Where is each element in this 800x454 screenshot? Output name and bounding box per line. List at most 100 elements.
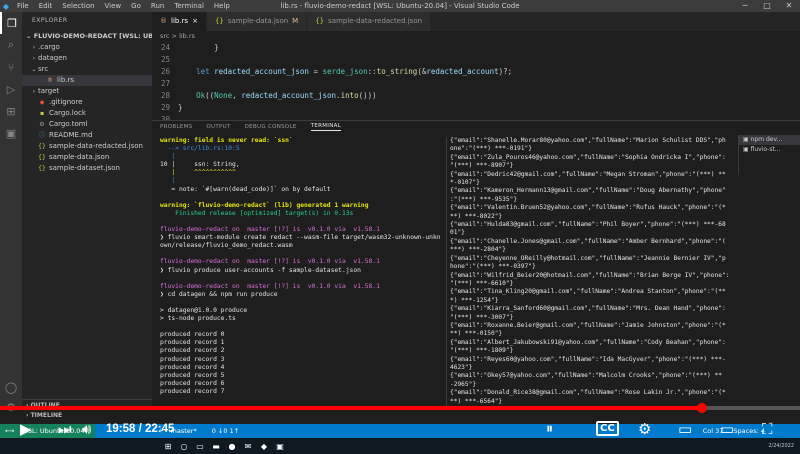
terminal-line: {"email":"Shanelle.Morar80@yahoo.com","f… xyxy=(450,137,726,144)
menu-item-selection[interactable]: Selection xyxy=(57,2,99,10)
menu-bar: File Edit Selection View Go Run Terminal Help xyxy=(12,2,235,10)
tree-item[interactable]: {} sample-data-redacted.json xyxy=(22,141,152,152)
window-controls: ─ □ ✕ xyxy=(734,0,800,12)
browser-icon[interactable]: ● xyxy=(224,442,240,451)
menu-item-terminal[interactable]: Terminal xyxy=(169,2,209,10)
menu-item-edit[interactable]: Edit xyxy=(34,2,58,10)
terminal-right-pane[interactable]: {"email":"Shanelle.Morar80@yahoo.com","f… xyxy=(450,137,734,409)
modified-badge: M xyxy=(292,17,299,25)
lock-file-icon: ▪ xyxy=(39,110,45,117)
vscode-logo-icon: ◆ xyxy=(2,1,10,11)
close-icon[interactable]: ✕ xyxy=(778,0,800,12)
line-number: 28 xyxy=(160,91,170,100)
terminal-line: produced record 0 xyxy=(160,331,225,339)
line-number: 29 xyxy=(160,103,170,112)
run-debug-icon[interactable]: ▷ xyxy=(0,78,22,100)
tree-item[interactable]: ® lib.rs xyxy=(22,75,152,86)
menu-item-view[interactable]: View xyxy=(100,2,127,10)
panel-tab-problems[interactable]: PROBLEMS xyxy=(160,124,192,130)
vscode-taskbar-icon[interactable]: ◆ xyxy=(256,442,272,451)
terminal-taskbar-icon[interactable]: ▣ xyxy=(272,442,288,451)
editor-tab[interactable]: {} sample-data-redacted.json xyxy=(307,12,432,31)
editor-tab[interactable]: {} sample-data.json M xyxy=(206,12,308,31)
tree-item-label: target xyxy=(38,87,60,95)
search-icon[interactable]: ⌕ xyxy=(0,34,22,56)
tree-item[interactable]: {} sample-dataset.json xyxy=(22,163,152,174)
start-icon[interactable]: ⊞ xyxy=(160,442,176,451)
code-line: 26 let redacted_account_json = serde_jso… xyxy=(152,66,800,78)
video-progress-bar[interactable] xyxy=(0,403,800,413)
terminal-instance[interactable]: ▣ npm dev... xyxy=(739,135,800,145)
tree-item[interactable]: {} sample-data.json xyxy=(22,152,152,163)
code-text: Ok((None, redacted_account_json.into())) xyxy=(196,91,377,100)
menu-item-run[interactable]: Run xyxy=(146,2,169,10)
tree-item[interactable]: ▪ Cargo.lock xyxy=(22,108,152,119)
os-taskbar: ⊞ ○ ▭ ▬ ● ✉ ◆ ▣ 2/24/2022 xyxy=(0,438,800,454)
extensions-icon[interactable]: ⊞ xyxy=(0,100,22,122)
tree-item-label: .gitignore xyxy=(49,98,83,106)
json-file-icon: {} xyxy=(38,165,46,172)
tree-item-label: sample-data-redacted.json xyxy=(49,142,143,150)
line-number: 24 xyxy=(160,43,170,52)
code-editor[interactable]: 24 } 25 26 let redacted_account_json = ser… xyxy=(152,42,800,124)
terminal-instance[interactable]: ▣ fluvio-st... xyxy=(739,145,800,155)
panel-tab-debug-console[interactable]: DEBUG CONSOLE xyxy=(245,124,297,130)
tree-item[interactable]: ⚙ Cargo.toml xyxy=(22,119,152,130)
source-control-icon[interactable]: ⑂ xyxy=(0,56,22,78)
terminal-line: > ts-node produce.ts xyxy=(160,315,236,323)
tree-item-label: sample-data.json xyxy=(49,153,110,161)
maximize-icon[interactable]: □ xyxy=(756,0,778,12)
task-view-icon[interactable]: ▭ xyxy=(192,442,208,451)
search-icon[interactable]: ○ xyxy=(176,442,192,451)
tree-item[interactable]: ⓘ README.md xyxy=(22,130,152,141)
terminal-line: -2965"} xyxy=(450,380,477,388)
terminal-line: {"email":"Donald_Rice38@gmail.com","full… xyxy=(450,389,726,397)
terminal-line: {"email":"Kameron_Hermann13@gmail.com","… xyxy=(450,187,726,195)
tree-item[interactable]: › .cargo xyxy=(22,42,152,53)
terminal-line: {"email":"Hulda83@gmail.com","fullName":… xyxy=(450,221,726,229)
account-icon[interactable]: ◯ xyxy=(0,376,22,398)
panel-tab-terminal[interactable]: TERMINAL xyxy=(310,123,342,131)
terminal-line: *-0107"} xyxy=(450,179,480,187)
close-icon[interactable]: × xyxy=(192,12,198,31)
chevron-right-icon: › xyxy=(32,88,36,95)
line-number: 26 xyxy=(160,67,170,76)
terminal-line: produced record 2 xyxy=(160,347,225,355)
terminal-line: produced record 4 xyxy=(160,363,225,371)
terminal-line: produced record 7 xyxy=(160,387,225,395)
bottom-panel: PROBLEMS OUTPUT DEBUG CONSOLE TERMINAL warn… xyxy=(152,120,800,410)
terminal-line: {"email":"Okey57@yahoo.com","fullName":"… xyxy=(450,372,722,380)
menu-item-go[interactable]: Go xyxy=(126,2,146,10)
activity-bar: ❐ ⌕ ⑂ ▷ ⊞ ▣ ◯ ⚙ xyxy=(0,12,22,414)
rust-file-icon: ® xyxy=(47,77,53,84)
tree-item[interactable]: › target xyxy=(22,86,152,97)
breadcrumb[interactable]: src > lib.rs xyxy=(152,31,800,42)
terminal-line: = note: `#[warn(dead_code)]` on by defau… xyxy=(160,185,331,193)
editor-tabs: ® lib.rs ×{} sample-data.json M{} sample-data… xyxy=(152,12,800,31)
remote-explorer-icon[interactable]: ▣ xyxy=(0,122,22,144)
tree-item-label: src xyxy=(38,65,49,73)
tree-item[interactable]: ◆ .gitignore xyxy=(22,97,152,108)
workspace-root[interactable]: ⌄ FLUVIO-DEMO-REDACT [WSL: UBUNTU-20... xyxy=(22,30,152,42)
terminal-line: {"email":"Reyes60@yahoo.com","fullName":… xyxy=(450,355,726,363)
editor-tab[interactable]: ® lib.rs × xyxy=(152,12,207,31)
menu-item-file[interactable]: File xyxy=(12,2,34,10)
toml-file-icon: ⚙ xyxy=(39,121,45,128)
panel-tab-output[interactable]: OUTPUT xyxy=(206,124,230,130)
minimize-icon[interactable]: ─ xyxy=(734,0,756,12)
terminal-split-divider[interactable] xyxy=(446,137,447,409)
terminal-line: {"email":"Wilfrid_Beier20@hotmail.com","… xyxy=(450,271,730,279)
file-explorer-icon[interactable]: ▬ xyxy=(208,442,224,451)
mail-icon[interactable]: ✉ xyxy=(240,442,256,451)
menu-item-help[interactable]: Help xyxy=(209,2,235,10)
video-scrubber-handle[interactable] xyxy=(697,403,708,413)
terminal-line: fluvio-demo-redact on master [!?] is v0.… xyxy=(160,258,380,266)
terminal-left-pane[interactable]: warning: field is never read: `ssn` --> … xyxy=(160,137,442,409)
explorer-icon[interactable]: ❐ xyxy=(0,12,22,34)
tree-item[interactable]: ⌄ src xyxy=(22,64,152,75)
terminal-line: --> src/lib.rs:10:5 xyxy=(160,145,240,153)
tree-item[interactable]: › datagen xyxy=(22,53,152,64)
